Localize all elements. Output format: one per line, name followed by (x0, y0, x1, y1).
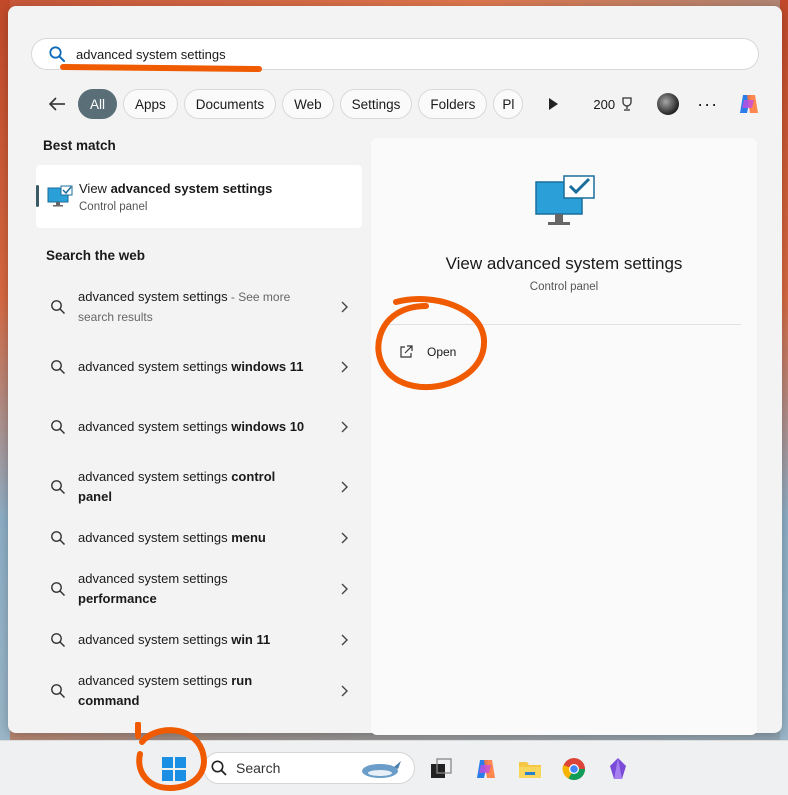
taskbar: Search (0, 740, 788, 795)
web-result-normal: advanced system settings (78, 632, 232, 647)
web-result-bold: menu (231, 530, 266, 545)
search-icon (51, 582, 66, 597)
chevron-right-icon (341, 685, 348, 697)
best-match-title: View advanced system settings (79, 181, 272, 196)
filter-photos[interactable]: Pl (493, 89, 524, 119)
chevron-right-icon (341, 583, 348, 595)
web-result-text: advanced system settings menu (78, 528, 308, 548)
rewards-points[interactable]: 200 (593, 96, 635, 112)
search-icon (51, 420, 66, 435)
search-icon (49, 46, 65, 62)
avatar[interactable] (657, 93, 680, 115)
web-result-normal: advanced system settings (78, 571, 228, 586)
filter-settings[interactable]: Settings (339, 89, 413, 119)
monitor-settings-icon (47, 185, 73, 206)
best-match-heading: Best match (43, 138, 116, 153)
best-match-prefix: View (79, 180, 111, 196)
web-result-bold: windows 10 (231, 419, 305, 434)
detail-subtitle: Control panel (529, 281, 599, 293)
chrome-icon[interactable] (561, 756, 587, 782)
copilot-icon[interactable] (473, 756, 499, 782)
web-result-text: advanced system settings windows 10 (78, 417, 308, 437)
chevron-right-icon (341, 421, 348, 433)
web-result-normal: advanced system settings (78, 530, 232, 545)
web-result-text: advanced system settings performance (78, 569, 308, 609)
filter-web[interactable]: Web (282, 89, 334, 119)
divider (385, 324, 741, 325)
back-arrow-icon[interactable] (46, 93, 68, 115)
web-result-item[interactable]: advanced system settings win 11 (36, 619, 370, 661)
scroll-right-icon[interactable] (545, 96, 561, 112)
web-result-item[interactable]: advanced system settings run command (36, 661, 370, 721)
web-result-text: advanced system settings control panel (78, 467, 308, 507)
search-icon (211, 760, 227, 776)
search-icon (51, 300, 66, 315)
web-result-item[interactable]: advanced system settings control panel (36, 457, 370, 517)
search-icon (51, 480, 66, 495)
open-external-icon (400, 345, 413, 358)
app-crystal-icon[interactable] (605, 756, 631, 782)
rewards-points-value: 200 (593, 96, 616, 112)
chevron-right-icon (341, 301, 348, 313)
web-result-text: advanced system settings windows 11 (78, 357, 308, 377)
chevron-right-icon (341, 481, 348, 493)
windows-start-icon[interactable] (161, 756, 187, 782)
chevron-right-icon (341, 532, 348, 544)
search-icon (51, 633, 66, 648)
web-results: advanced system settings - See more sear… (36, 277, 370, 721)
filter-all[interactable]: All (78, 89, 118, 119)
best-match-subtitle: Control panel (79, 200, 148, 213)
web-result-item[interactable]: advanced system settings windows 10 (36, 397, 370, 457)
taskbar-search-label: Search (236, 760, 281, 776)
best-match-item[interactable]: View advanced system settings Control pa… (36, 165, 362, 228)
taskbar-search[interactable]: Search (203, 752, 415, 784)
copilot-icon[interactable] (736, 91, 762, 117)
open-label: Open (427, 345, 457, 359)
best-match-bold: advanced system settings (110, 180, 273, 196)
filter-documents[interactable]: Documents (183, 89, 277, 119)
annotation-underline (59, 63, 263, 73)
web-result-item[interactable]: advanced system settings menu (36, 517, 370, 559)
filter-bar: All Apps Documents Web Settings Folders … (44, 88, 764, 120)
web-result-bold: performance (78, 591, 157, 606)
search-icon (51, 360, 66, 375)
web-result-normal: advanced system settings (78, 469, 232, 484)
search-web-heading: Search the web (46, 248, 146, 263)
results-list: Best match View advanced system settings… (36, 138, 370, 721)
filter-apps[interactable]: Apps (123, 89, 178, 119)
web-result-item[interactable]: advanced system settings performance (36, 559, 370, 619)
open-button[interactable]: Open (399, 345, 456, 359)
start-search-panel: All Apps Documents Web Settings Folders … (8, 6, 782, 735)
web-result-normal: advanced system settings (78, 673, 232, 688)
more-options-icon[interactable]: ··· (697, 94, 718, 115)
detail-pane: View advanced system settings Control pa… (371, 138, 757, 735)
web-result-normal: advanced system settings (78, 289, 228, 304)
monitor-settings-icon (535, 175, 595, 225)
chevron-right-icon (341, 634, 348, 646)
rewards-trophy-icon (622, 97, 632, 111)
search-icon (51, 684, 66, 699)
selection-indicator (36, 185, 39, 207)
web-result-item[interactable]: advanced system settings windows 11 (36, 337, 370, 397)
web-result-text: advanced system settings run command (78, 671, 308, 711)
filter-folders[interactable]: Folders (418, 89, 488, 119)
web-result-normal: advanced system settings (78, 359, 232, 374)
web-result-text: advanced system settings win 11 (78, 630, 308, 650)
web-result-item[interactable]: advanced system settings - See more sear… (36, 277, 370, 337)
search-input[interactable] (76, 46, 758, 62)
web-result-bold: win 11 (231, 632, 271, 647)
chevron-right-icon (341, 361, 348, 373)
web-result-bold: windows 11 (231, 359, 304, 374)
web-result-normal: advanced system settings (78, 419, 232, 434)
search-highlight-icon (362, 761, 401, 778)
search-icon (51, 531, 66, 546)
file-explorer-icon[interactable] (517, 756, 543, 782)
web-result-text: advanced system settings - See more sear… (78, 287, 308, 327)
detail-title: View advanced system settings (445, 254, 683, 273)
task-view-icon[interactable] (428, 756, 454, 782)
